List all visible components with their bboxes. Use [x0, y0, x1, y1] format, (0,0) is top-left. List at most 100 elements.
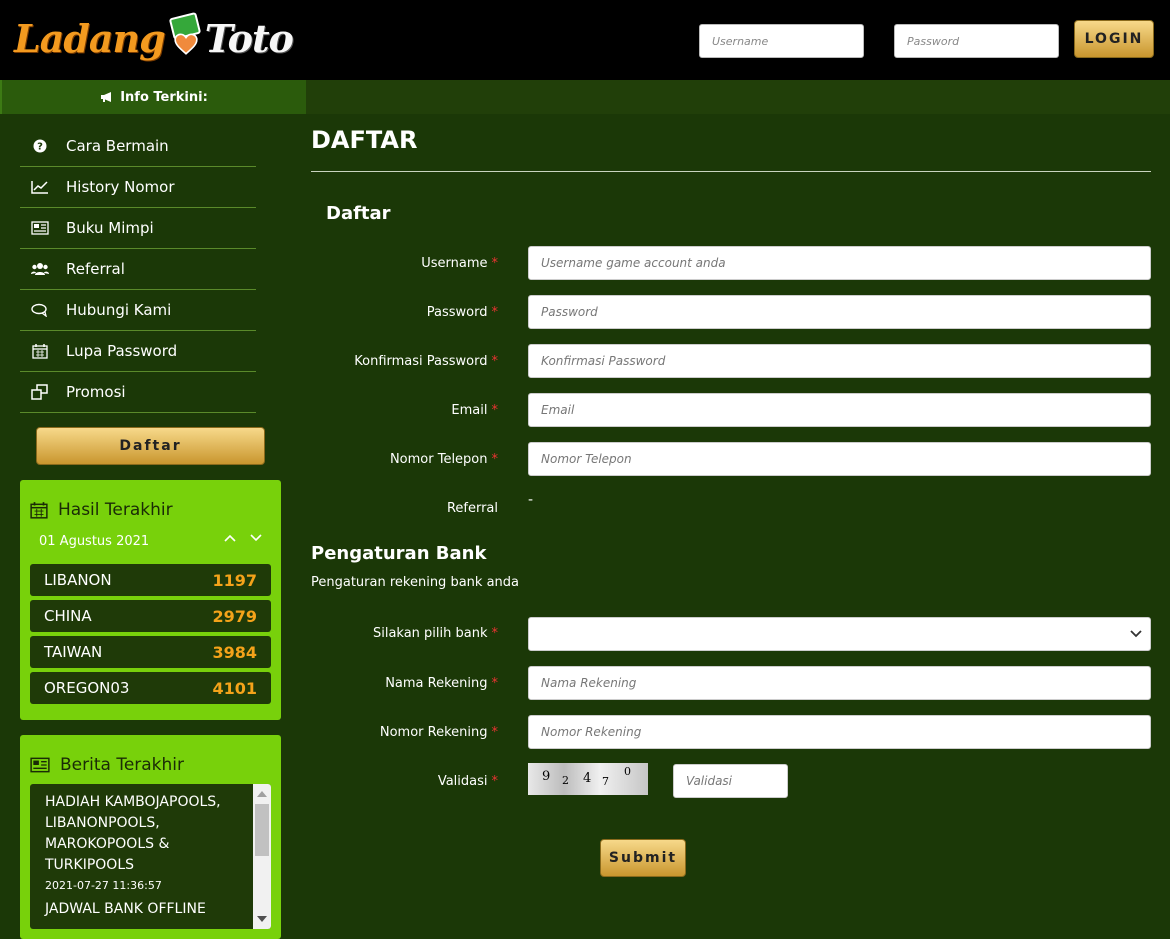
calendar-icon — [30, 343, 50, 359]
logo-text-right: Toto — [204, 15, 294, 61]
windows-icon — [30, 384, 50, 400]
bank-section-title: Pengaturan Bank — [311, 543, 487, 564]
chat-icon — [30, 302, 50, 318]
validasi-label: Validasi * — [437, 774, 498, 789]
result-number: 1197 — [212, 570, 257, 590]
email-field[interactable] — [528, 393, 1151, 427]
captcha-digit: 0 — [624, 765, 631, 778]
daftar-button[interactable]: Daftar — [36, 427, 265, 465]
top-header: Ladang Toto LOGIN — [0, 0, 1170, 80]
date-nav — [224, 534, 262, 542]
nama-rekening-label: Nama Rekening * — [385, 676, 498, 691]
newspaper-icon — [30, 220, 50, 236]
nomor-telepon-label: Nomor Telepon * — [389, 452, 498, 467]
nama-rekening-field[interactable] — [528, 666, 1151, 700]
chevron-down-icon — [1130, 630, 1142, 638]
hasil-terakhir-header: Hasil Terakhir — [30, 500, 173, 520]
password-field[interactable] — [528, 295, 1151, 329]
result-row[interactable]: TAIWAN 3984 — [30, 636, 271, 668]
header-username-input[interactable] — [699, 24, 864, 58]
info-terkini-bar[interactable]: Info Terkini: — [0, 80, 306, 114]
result-row[interactable]: LIBANON 1197 — [30, 564, 271, 596]
password-label: Password * — [426, 305, 498, 320]
hasil-terakhir-title: Hasil Terakhir — [58, 500, 173, 520]
result-row[interactable]: CHINA 2979 — [30, 600, 271, 632]
username-label: Username * — [421, 256, 498, 271]
sidebar-item-buku-mimpi[interactable]: Buku Mimpi — [20, 208, 256, 249]
konfirmasi-password-field[interactable] — [528, 344, 1151, 378]
sidebar-menu: ? Cara Bermain History Nomor Buku Mimpi … — [20, 126, 256, 413]
scroll-thumb[interactable] — [255, 804, 269, 856]
hasil-terakhir-panel: Hasil Terakhir 01 Agustus 2021 LIBANON 1… — [20, 480, 281, 720]
line-chart-icon — [30, 179, 50, 195]
bank-select[interactable] — [528, 617, 1151, 651]
megaphone-icon — [101, 92, 112, 102]
sidebar-item-label: Promosi — [66, 383, 126, 401]
news-date: 2021-07-27 11:36:57 — [45, 879, 162, 892]
main-content: DAFTAR Daftar Username* Password* Konfir… — [306, 80, 1170, 939]
scroll-down-arrow-icon[interactable] — [257, 916, 267, 922]
result-market: CHINA — [44, 607, 92, 625]
result-market: LIBANON — [44, 571, 112, 589]
svg-text:?: ? — [37, 142, 43, 153]
sidebar-item-referral[interactable]: Referral — [20, 249, 256, 290]
header-password-input[interactable] — [894, 24, 1059, 58]
result-market: TAIWAN — [44, 643, 103, 661]
newspaper-icon — [30, 757, 50, 773]
validasi-field[interactable] — [673, 764, 788, 798]
login-button[interactable]: LOGIN — [1074, 20, 1154, 58]
logo-text-left: Ladang — [14, 15, 166, 61]
result-number: 2979 — [212, 606, 257, 626]
info-terkini-label: Info Terkini: — [120, 89, 208, 105]
scroll-up-arrow-icon[interactable] — [257, 791, 267, 797]
sidebar-item-label: History Nomor — [66, 178, 175, 196]
nomor-telepon-field[interactable] — [528, 442, 1151, 476]
title-divider — [311, 171, 1151, 172]
page-title: DAFTAR — [311, 126, 418, 154]
nomor-rekening-field[interactable] — [528, 715, 1151, 749]
berita-terakhir-panel: Berita Terakhir HADIAH KAMBOJAPOOLS, LIB… — [20, 735, 281, 939]
captcha-image: 9 2 4 7 0 — [528, 763, 648, 795]
news-list[interactable]: HADIAH KAMBOJAPOOLS, LIBANONPOOLS, MAROK… — [30, 784, 271, 929]
username-field[interactable] — [528, 246, 1151, 280]
berita-terakhir-title: Berita Terakhir — [60, 755, 185, 775]
news-headline[interactable]: JADWAL BANK OFFLINE — [45, 901, 206, 917]
sidebar-item-label: Lupa Password — [66, 342, 178, 360]
chevron-up-icon[interactable] — [224, 534, 236, 542]
bank-select-label: Silakan pilih bank * — [372, 626, 498, 641]
referral-value: - — [528, 492, 534, 508]
result-date: 01 Agustus 2021 — [39, 534, 150, 549]
logo-card-heart-icon — [163, 11, 207, 63]
captcha-digit: 2 — [562, 774, 569, 787]
chevron-down-icon[interactable] — [250, 534, 262, 542]
main-top-bar — [306, 80, 1170, 114]
sidebar-item-lupa-password[interactable]: Lupa Password — [20, 331, 256, 372]
calendar-icon — [30, 501, 48, 519]
sidebar-item-hubungi-kami[interactable]: Hubungi Kami — [20, 290, 256, 331]
sidebar-item-history-nomor[interactable]: History Nomor — [20, 167, 256, 208]
users-icon — [30, 261, 50, 277]
sidebar-item-label: Buku Mimpi — [66, 219, 154, 237]
bank-section-subtitle: Pengaturan rekening bank anda — [311, 575, 519, 590]
result-row[interactable]: OREGON03 4101 — [30, 672, 271, 704]
sidebar-item-label: Referral — [66, 260, 125, 278]
sidebar-item-label: Cara Bermain — [66, 137, 169, 155]
sidebar: Info Terkini: ? Cara Bermain History Nom… — [0, 80, 306, 939]
news-headline[interactable]: HADIAH KAMBOJAPOOLS, LIBANONPOOLS, MAROK… — [45, 792, 245, 876]
captcha-digit: 4 — [583, 771, 592, 786]
berita-terakhir-header: Berita Terakhir — [30, 755, 184, 775]
news-scrollbar[interactable] — [253, 784, 271, 929]
sidebar-item-cara-bermain[interactable]: ? Cara Bermain — [20, 126, 256, 167]
submit-button[interactable]: Submit — [600, 839, 686, 877]
sidebar-item-promosi[interactable]: Promosi — [20, 372, 256, 413]
form-section-title: Daftar — [326, 203, 391, 224]
sidebar-item-label: Hubungi Kami — [66, 301, 172, 319]
site-logo[interactable]: Ladang Toto — [14, 8, 294, 68]
result-number: 4101 — [212, 678, 257, 698]
konfirmasi-password-label: Konfirmasi Password * — [354, 354, 498, 369]
referral-label: Referral — [446, 501, 498, 516]
captcha-digit: 7 — [602, 775, 609, 788]
result-number: 3984 — [212, 642, 257, 662]
email-label: Email * — [451, 403, 498, 418]
result-market: OREGON03 — [44, 679, 130, 697]
